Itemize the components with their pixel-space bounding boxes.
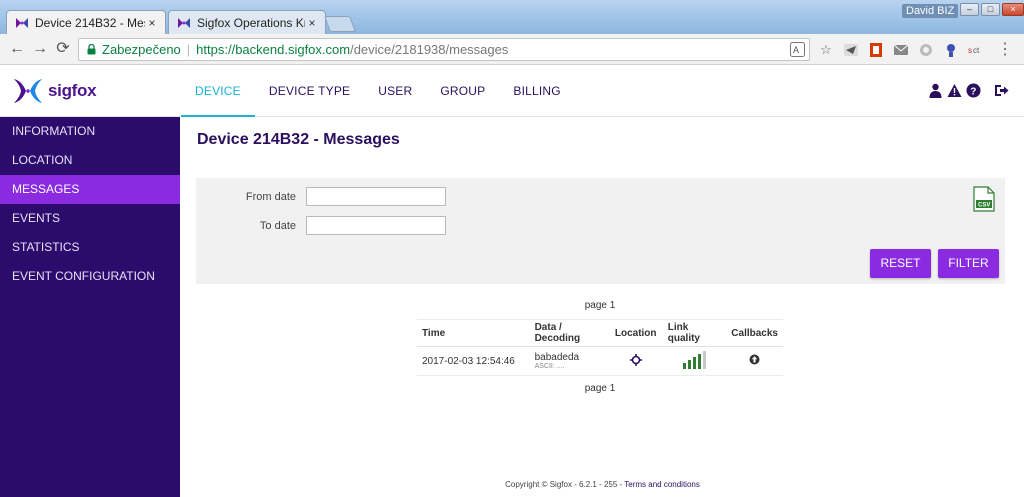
message-data: babadeda (534, 352, 580, 363)
sigfox-logo[interactable]: sigfox (12, 77, 97, 105)
url-separator: | (186, 42, 191, 57)
bookmark-star-icon[interactable]: ☆ (818, 42, 834, 58)
extension-sct-icon[interactable]: s ct (968, 42, 984, 58)
browser-tab-device-messages[interactable]: Device 214B32 - Mes × (6, 10, 166, 34)
maximize-button[interactable]: □ (981, 3, 1000, 16)
message-data-cell: babadeda ASCII: .... (529, 346, 610, 376)
logout-icon[interactable] (994, 83, 1009, 98)
sigfox-favicon-icon (16, 17, 28, 28)
message-link-quality-cell (662, 346, 727, 376)
terms-link[interactable]: Terms and conditions (624, 480, 700, 489)
reload-button[interactable]: ⟳ (54, 40, 72, 58)
signal-bar (687, 359, 691, 369)
browser-toolbar: ← → ⟳ Zabezpečeno | https://backend.sigf… (0, 34, 1024, 65)
main-content: Device 214B32 - Messages From date To da… (181, 117, 1024, 497)
message-location-cell (609, 346, 663, 376)
pagination-bottom: page 1 (584, 383, 616, 394)
column-header-time: Time (417, 319, 530, 347)
signal-bar (697, 353, 701, 369)
tab-title: Sigfox Operations Kn (197, 15, 305, 30)
crosshair-location-icon[interactable] (630, 353, 643, 366)
filter-button[interactable]: FILTER (938, 249, 999, 278)
warning-icon[interactable] (947, 83, 962, 98)
to-date-input[interactable] (306, 216, 446, 235)
svg-text:A: A (793, 45, 799, 55)
column-header-callbacks: Callbacks (726, 319, 783, 347)
sidebar: INFORMATION LOCATION MESSAGES EVENTS STA… (0, 117, 180, 497)
sidebar-item-event-configuration[interactable]: EVENT CONFIGURATION (0, 262, 180, 291)
column-header-data: Data / Decoding (529, 319, 610, 347)
sidebar-item-events[interactable]: EVENTS (0, 204, 180, 233)
brand-name: sigfox (48, 81, 97, 100)
reset-button[interactable]: RESET (870, 249, 931, 278)
top-navigation: DEVICE DEVICE TYPE USER GROUP BILLING (181, 65, 575, 117)
message-callbacks-cell (726, 346, 783, 376)
office-icon[interactable] (868, 42, 884, 58)
csv-export-icon[interactable]: CSV (973, 186, 995, 212)
signal-bar (682, 362, 686, 369)
table-row: 2017-02-03 12:54:46 babadeda ASCII: .... (417, 346, 783, 376)
tab-title: Device 214B32 - Mes (35, 15, 145, 30)
lock-icon (87, 44, 96, 55)
column-header-link-quality: Link quality (662, 319, 727, 347)
filter-panel: From date To date CSV RESET FILTER (196, 178, 1005, 284)
pagination-top: page 1 (584, 300, 616, 311)
sidebar-item-information[interactable]: INFORMATION (0, 117, 180, 146)
tab-close-icon[interactable]: × (305, 16, 319, 30)
tab-close-icon[interactable]: × (145, 16, 159, 30)
close-window-button[interactable]: × (1002, 3, 1024, 16)
browser-title-bar: Device 214B32 - Mes × Sigfox Operations … (0, 0, 1024, 34)
nav-billing[interactable]: BILLING (499, 65, 574, 117)
app-header: sigfox DEVICE DEVICE TYPE USER GROUP BIL… (0, 65, 1024, 117)
svg-text:s: s (968, 46, 972, 55)
callback-upload-icon[interactable] (749, 354, 760, 365)
column-header-location: Location (609, 319, 663, 347)
page-title: Device 214B32 - Messages (197, 131, 400, 148)
sigfox-logo-icon (14, 79, 42, 103)
sidebar-item-location[interactable]: LOCATION (0, 146, 180, 175)
footer: Copyright © Sigfox - 6.2.1 - 255 - Terms… (181, 480, 1024, 489)
nav-device[interactable]: DEVICE (181, 65, 255, 117)
from-date-label: From date (245, 191, 296, 203)
back-button[interactable]: ← (8, 40, 26, 58)
copyright-text: Copyright © Sigfox - 6.2.1 - 255 - (505, 480, 623, 489)
browser-user-name[interactable]: David BIZ (902, 4, 959, 18)
help-icon[interactable]: ? (966, 83, 981, 98)
link-quality-signal-icon (682, 350, 706, 369)
extension-circle-icon[interactable] (918, 42, 934, 58)
svg-text:ct: ct (973, 46, 980, 55)
mail-icon[interactable] (893, 42, 909, 58)
message-decoding: ASCII: .... (534, 363, 565, 370)
browser-tab-operations[interactable]: Sigfox Operations Kn × (168, 10, 326, 34)
extension-bot-icon[interactable] (943, 42, 959, 58)
sigfox-favicon-icon (178, 17, 190, 28)
message-time: 2017-02-03 12:54:46 (417, 346, 530, 376)
url-host: https://backend.sigfox.com (196, 42, 351, 57)
nav-user[interactable]: USER (364, 65, 426, 117)
csv-icon-label: CSV (978, 203, 990, 209)
nav-group[interactable]: GROUP (426, 65, 499, 117)
signal-bar (702, 350, 706, 369)
sidebar-item-messages[interactable]: MESSAGES (0, 175, 180, 204)
to-date-label: To date (259, 220, 296, 232)
signal-bar (692, 356, 696, 369)
url-path: /device/2181938/messages (350, 42, 509, 57)
extension-send-icon[interactable] (843, 42, 859, 58)
address-bar[interactable]: Zabezpečeno | https://backend.sigfox.com… (78, 38, 810, 61)
user-icon[interactable] (928, 83, 943, 98)
nav-device-type[interactable]: DEVICE TYPE (255, 65, 364, 117)
minimize-button[interactable]: – (960, 3, 979, 16)
browser-menu-icon[interactable]: ⋮ (997, 42, 1013, 58)
translate-icon[interactable]: A (790, 42, 805, 57)
forward-button[interactable]: → (31, 40, 49, 58)
new-tab-button[interactable] (324, 16, 356, 32)
secure-label: Zabezpečeno (102, 42, 181, 57)
svg-text:?: ? (970, 87, 976, 98)
sidebar-item-statistics[interactable]: STATISTICS (0, 233, 180, 262)
messages-table: Time Data / Decoding Location Link quali… (417, 319, 783, 376)
table-header-row: Time Data / Decoding Location Link quali… (417, 319, 783, 347)
from-date-input[interactable] (306, 187, 446, 206)
